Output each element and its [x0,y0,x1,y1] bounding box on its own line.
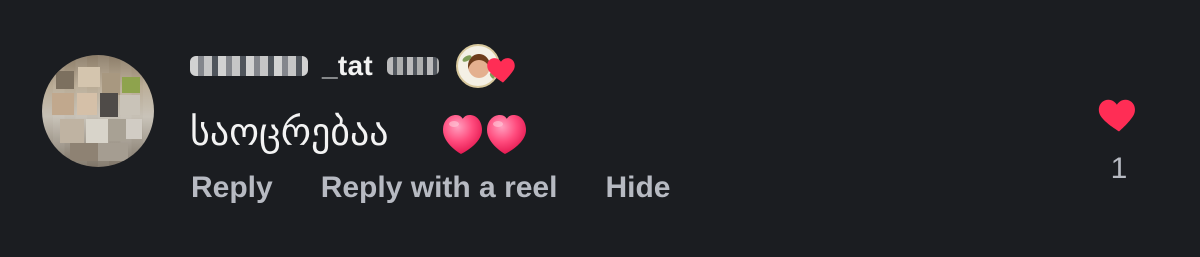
reply-button[interactable]: Reply [191,171,273,205]
comment-actions: Reply Reply with a reel Hide [191,171,670,205]
username[interactable]: _tat [322,50,373,82]
profile-badge-icon[interactable] [456,44,524,92]
timestamp-redacted [387,57,439,75]
hide-button[interactable]: Hide [605,171,670,205]
username-row[interactable]: _tat [190,47,439,85]
like-heart-icon[interactable] [1096,92,1142,136]
reply-with-reel-button[interactable]: Reply with a reel [321,171,558,205]
comment-text: საოცრებაა [190,112,389,154]
comment-row: _tat საოცრებაა Reply Reply with a reel H [0,0,1200,257]
like-count: 1 [1110,152,1128,185]
user-avatar[interactable] [42,55,154,167]
username-redacted [190,56,308,76]
heart-icon [487,58,515,83]
pink-heart-emoji [443,115,526,154]
